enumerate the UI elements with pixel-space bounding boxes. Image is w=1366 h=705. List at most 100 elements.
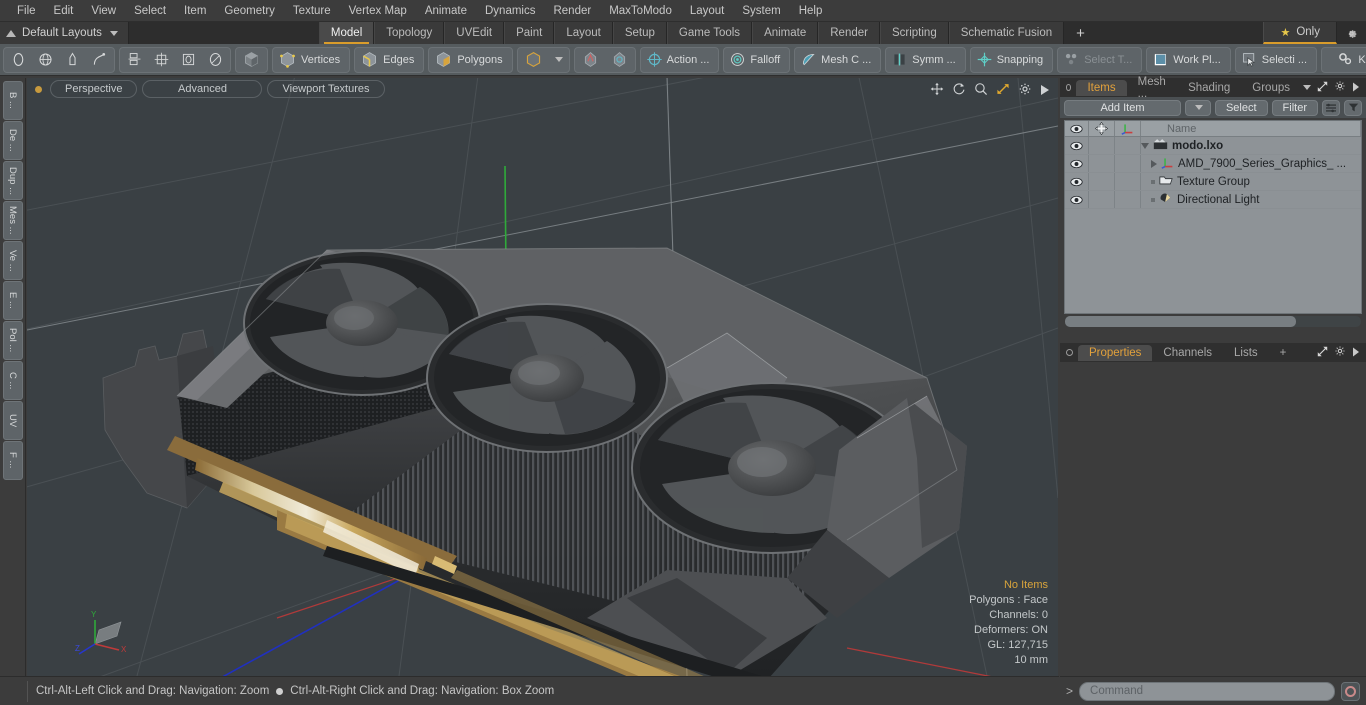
tab-game-tools[interactable]: Game Tools (666, 22, 753, 44)
menu-item-layout[interactable]: Layout (681, 1, 734, 21)
tool-tab-mesh[interactable]: Mes ... (2, 201, 23, 240)
square-icon[interactable] (175, 48, 202, 72)
gear-icon[interactable] (1334, 344, 1346, 362)
add-panel-tab-button[interactable]: + (1269, 345, 1298, 361)
menu-item-file[interactable]: File (8, 1, 45, 21)
circle-icon[interactable] (5, 48, 32, 72)
item-row-directional-light[interactable]: Directional Light (1141, 191, 1361, 208)
default-layouts-button[interactable]: Default Layouts (0, 22, 129, 44)
table-row[interactable]: modo.lxo (1065, 137, 1361, 155)
menu-item-system[interactable]: System (733, 1, 789, 21)
chevron-down-icon[interactable] (548, 48, 568, 72)
menu-item-geometry[interactable]: Geometry (215, 1, 284, 21)
add-tab-button[interactable]: + (1064, 22, 1097, 44)
item-list[interactable]: Name modo.lxo AMD_7900_Series_Graphics_ … (1064, 120, 1362, 314)
selection-set-button[interactable]: Selecti ... (1234, 46, 1318, 73)
edges-mode-button[interactable]: Edges (354, 46, 425, 73)
vertices-mode-button[interactable]: Vertices (272, 46, 351, 73)
tab-items[interactable]: Items (1076, 79, 1127, 96)
snapping-button[interactable]: Snapping (969, 46, 1054, 73)
filter-button[interactable]: Filter (1271, 99, 1318, 116)
tab-shading[interactable]: Shading (1177, 80, 1241, 96)
menu-item-help[interactable]: Help (790, 1, 832, 21)
expander-down-icon[interactable] (1141, 142, 1149, 149)
menu-item-animate[interactable]: Animate (416, 1, 476, 21)
menu-item-dynamics[interactable]: Dynamics (476, 1, 544, 21)
command-input[interactable]: Command (1079, 681, 1335, 701)
tab-uvedit[interactable]: UVEdit (444, 22, 505, 44)
polygons-mode-button[interactable]: Polygons (428, 46, 513, 73)
item-list-empty-area[interactable] (1065, 209, 1361, 313)
tool-tab-basic[interactable]: B ... (2, 81, 23, 120)
viewport-texture-mode[interactable]: Viewport Textures (267, 80, 385, 98)
item-row-mesh[interactable]: AMD_7900_Series_Graphics_ ... (1141, 155, 1361, 172)
viewport-view-mode[interactable]: Perspective (50, 80, 138, 98)
select-button[interactable]: Select (1214, 99, 1268, 116)
tab-schematic-fusion[interactable]: Schematic Fusion (948, 22, 1065, 44)
tab-topology[interactable]: Topology (374, 22, 445, 44)
tab-model[interactable]: Model (318, 22, 375, 44)
tab-properties[interactable]: Properties (1078, 344, 1153, 361)
tool-tab-fusion[interactable]: F ... (2, 441, 23, 480)
falloff-button[interactable]: Falloff (723, 46, 791, 73)
menu-item-view[interactable]: View (82, 1, 125, 21)
tab-setup[interactable]: Setup (612, 22, 667, 44)
tab-animate[interactable]: Animate (752, 22, 819, 44)
3d-viewport[interactable]: Perspective Advanced Viewport Textures N… (27, 78, 1058, 676)
table-row[interactable]: Texture Group (1065, 173, 1361, 191)
item-row-texture-group[interactable]: Texture Group (1141, 173, 1361, 190)
expand-icon[interactable] (1317, 344, 1328, 362)
tool-tab-curve[interactable]: C ... (2, 361, 23, 400)
cube-icon[interactable] (237, 48, 266, 72)
paint-b-icon[interactable] (605, 48, 634, 72)
maximize-icon[interactable] (996, 82, 1010, 101)
curve-icon[interactable] (86, 48, 113, 72)
tab-mesh[interactable]: Mesh ... (1127, 74, 1177, 102)
items-cube-icon[interactable] (519, 48, 548, 72)
funnel-icon[interactable] (1344, 99, 1362, 116)
tool-tab-deform[interactable]: De ... (2, 121, 23, 160)
list-options-icon[interactable] (1322, 99, 1340, 116)
settings-gear-button[interactable] (1337, 22, 1366, 44)
only-toggle-button[interactable]: ★ Only (1263, 22, 1337, 44)
tab-lists[interactable]: Lists (1223, 345, 1269, 361)
row-visibility-toggle[interactable] (1065, 137, 1089, 154)
tab-channels[interactable]: Channels (1152, 345, 1223, 361)
tab-scripting[interactable]: Scripting (879, 22, 949, 44)
scrollbar-thumb[interactable] (1065, 316, 1296, 327)
expander-right-icon[interactable] (1151, 159, 1157, 168)
select-through-button[interactable]: Select T... (1057, 46, 1143, 73)
work-plane-button[interactable]: Work Pl... (1146, 46, 1231, 73)
tab-paint[interactable]: Paint (504, 22, 555, 44)
play-arrow-icon[interactable] (1352, 79, 1360, 97)
symmetry-button[interactable]: Symm ... (885, 46, 966, 73)
paint-a-icon[interactable] (576, 48, 605, 72)
record-macro-button[interactable] (1341, 681, 1360, 701)
table-row[interactable]: AMD_7900_Series_Graphics_ ... (1065, 155, 1361, 173)
expand-icon[interactable] (1317, 79, 1328, 97)
ellipse-icon[interactable] (202, 48, 229, 72)
menu-item-edit[interactable]: Edit (45, 1, 83, 21)
add-item-button[interactable]: Add Item (1064, 99, 1181, 116)
mirror-icon[interactable] (121, 48, 148, 72)
chevron-down-icon[interactable] (1303, 85, 1311, 90)
tab-layout[interactable]: Layout (554, 22, 613, 44)
menu-item-select[interactable]: Select (125, 1, 175, 21)
row-visibility-toggle[interactable] (1065, 191, 1089, 208)
globe-icon[interactable] (32, 48, 59, 72)
menu-item-texture[interactable]: Texture (284, 1, 340, 21)
item-row-scene[interactable]: modo.lxo (1141, 137, 1361, 154)
tool-tab-uv[interactable]: UV (2, 401, 23, 440)
center-icon[interactable] (148, 48, 175, 72)
tool-tab-edge[interactable]: E ... (2, 281, 23, 320)
play-arrow-icon[interactable] (1040, 83, 1050, 101)
add-item-dropdown[interactable] (1184, 99, 1211, 116)
table-row[interactable]: Directional Light (1065, 191, 1361, 209)
tool-tab-duplicate[interactable]: Dup ... (2, 161, 23, 200)
viewport-shading-mode[interactable]: Advanced (142, 80, 263, 98)
menu-item-maxtomodo[interactable]: MaxToModo (600, 1, 681, 21)
action-center-button[interactable]: Action ... (639, 46, 720, 73)
tab-render[interactable]: Render (818, 22, 880, 44)
gear-icon[interactable] (1018, 82, 1032, 101)
tool-tab-polygon[interactable]: Pol ... (2, 321, 23, 360)
